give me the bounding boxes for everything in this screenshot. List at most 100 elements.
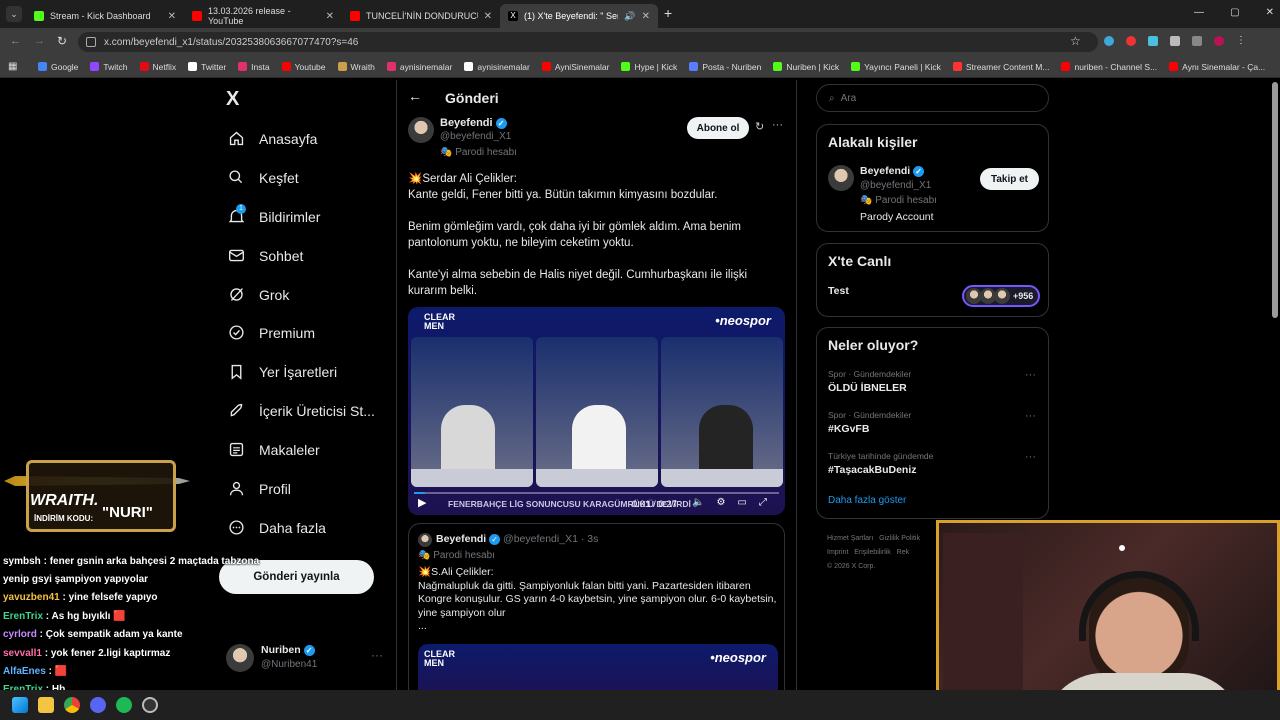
nav-item-profil[interactable]: Profil: [228, 480, 291, 497]
trend-item[interactable]: Türkiye tarihinde gündemde #TaşacakBuDen…: [817, 449, 1048, 487]
back-arrow-icon[interactable]: ←: [408, 88, 422, 104]
site-info-icon[interactable]: [86, 37, 96, 47]
tab-kick-dashboard[interactable]: Stream - Kick Dashboard ✕: [26, 4, 184, 28]
author-name[interactable]: Beyefendi: [440, 117, 493, 129]
nav-item-anasayfa[interactable]: Anasayfa: [228, 130, 317, 147]
bookmark-item[interactable]: Google: [38, 62, 78, 72]
fullscreen-icon[interactable]: ⤢: [759, 497, 767, 508]
bookmark-item[interactable]: aynisinemalar: [386, 62, 452, 72]
follow-button[interactable]: Takip et: [980, 168, 1039, 190]
trend-item[interactable]: Spor · Gündemdekiler ÖLDÜ İBNELER ···: [817, 367, 1048, 405]
live-item[interactable]: Test: [828, 285, 849, 297]
more-icon[interactable]: ···: [371, 648, 383, 662]
nav-item-makaleler[interactable]: Makaleler: [228, 441, 320, 458]
bookmark-star-icon[interactable]: ☆: [1070, 34, 1081, 48]
account-switcher[interactable]: Nuriben ✓ @Nuriben41 ···: [226, 642, 386, 676]
close-window-icon[interactable]: ✕: [1266, 7, 1274, 18]
more-icon[interactable]: ···: [1025, 369, 1036, 381]
author-handle[interactable]: @beyefendi_X1: [440, 131, 511, 142]
x-logo[interactable]: X: [226, 88, 239, 111]
footer-link[interactable]: Gizlilik Politik: [879, 535, 920, 542]
footer-link[interactable]: Rek: [897, 549, 909, 556]
footer-link[interactable]: Hizmet Şartları: [827, 535, 873, 542]
puzzle-icon[interactable]: [1170, 36, 1180, 46]
close-icon[interactable]: ✕: [168, 11, 176, 22]
bookmark-item[interactable]: aynisinemalar: [464, 62, 530, 72]
maximize-icon[interactable]: ▢: [1230, 7, 1239, 18]
search-input[interactable]: ⌕ Ara: [816, 84, 1049, 112]
nav-item-grok[interactable]: Grok: [228, 286, 289, 303]
related-name[interactable]: Beyefendi: [860, 165, 910, 177]
menu-icon[interactable]: ⋮: [1236, 36, 1246, 46]
subscribe-button[interactable]: Abone ol: [687, 117, 749, 139]
more-icon[interactable]: ···: [1025, 451, 1036, 463]
bookmark-item[interactable]: Youtube: [281, 62, 326, 72]
bookmark-item[interactable]: Netflix: [139, 62, 176, 72]
live-listeners[interactable]: +956: [962, 285, 1040, 307]
nav-item-premium[interactable]: Premium: [228, 324, 315, 341]
new-tab-button[interactable]: +: [664, 5, 672, 21]
quoted-video-preview[interactable]: CLEAR MEN •neospor: [418, 644, 778, 693]
bookmark-item[interactable]: nuriben - Channel S...: [1061, 62, 1157, 72]
avatar[interactable]: [828, 165, 854, 191]
grok-icon[interactable]: ↻: [755, 120, 764, 133]
chat-username: sevvall1: [3, 648, 42, 659]
footer-link[interactable]: Imprint: [827, 549, 848, 556]
close-icon[interactable]: ✕: [642, 11, 650, 22]
more-icon[interactable]: ···: [1025, 410, 1036, 422]
close-icon[interactable]: ✕: [484, 11, 492, 22]
bookmark-item[interactable]: Twitter: [188, 62, 226, 72]
minimize-icon[interactable]: —: [1194, 7, 1204, 18]
video-player[interactable]: CLEAR MEN •neospor FENERBAHÇE LİG SONUNC…: [408, 307, 785, 515]
file-explorer-icon[interactable]: [38, 697, 54, 713]
bookmark-item[interactable]: Streamer Content M...: [952, 62, 1049, 72]
bookmark-item[interactable]: Insta: [238, 62, 270, 72]
pip-icon[interactable]: ▭: [737, 497, 746, 508]
bookmark-item[interactable]: Wraith: [337, 62, 375, 72]
volume-icon[interactable]: 🔈: [692, 497, 704, 508]
nav-item-daha-fazla[interactable]: Daha fazla: [228, 519, 326, 536]
chrome-icon[interactable]: [64, 697, 80, 713]
extension-icon[interactable]: [1148, 36, 1158, 46]
nav-item-sohbet[interactable]: Sohbet: [228, 247, 303, 264]
bookmark-item[interactable]: AyniSinemalar: [541, 62, 609, 72]
bookmark-item[interactable]: Aynı Sinemalar - Ça...: [1169, 62, 1265, 72]
video-progress[interactable]: [414, 492, 779, 494]
settings-icon[interactable]: ⚙: [716, 497, 725, 508]
speaker-icon[interactable]: 🔊: [624, 11, 635, 22]
tab-search-button[interactable]: ⌄: [6, 6, 22, 22]
apps-icon[interactable]: ▦: [8, 61, 17, 72]
bookmark-item[interactable]: Nuriben | Kick: [773, 62, 839, 72]
obs-icon[interactable]: [142, 697, 158, 713]
nav-item-i-çerik-üreticisi-st-[interactable]: İçerik Üreticisi St...: [228, 402, 375, 419]
tab-youtube-release[interactable]: 13.03.2026 release - YouTube ✕: [184, 4, 342, 28]
bookmark-item[interactable]: Hype | Kick: [621, 62, 677, 72]
bookmark-item[interactable]: Twitch: [90, 62, 128, 72]
back-icon[interactable]: ←: [10, 35, 21, 47]
bookmark-item[interactable]: Posta - Nuriben: [689, 62, 761, 72]
discord-icon[interactable]: [90, 697, 106, 713]
reload-icon[interactable]: ↻: [57, 34, 67, 48]
show-more-link[interactable]: Daha fazla göster: [828, 495, 906, 506]
trend-item[interactable]: Spor · Gündemdekiler #KGvFB ···: [817, 408, 1048, 446]
spotify-icon[interactable]: [116, 697, 132, 713]
close-icon[interactable]: ✕: [326, 11, 334, 22]
tab-youtube-tunceli[interactable]: TUNCELİ'NİN DONDURUCU SO✕: [342, 4, 500, 28]
avatar[interactable]: [408, 117, 434, 143]
extension-icon[interactable]: [1104, 36, 1114, 46]
media-icon[interactable]: [1192, 36, 1202, 46]
profile-icon[interactable]: [1214, 36, 1224, 46]
nav-item-yer-i-şaretleri[interactable]: Yer İşaretleri: [228, 363, 337, 380]
play-icon[interactable]: ▶: [418, 496, 426, 509]
quoted-post[interactable]: Beyefendi ✓ @beyefendi_X1 · 3s 🎭 Parodi …: [408, 523, 785, 693]
windows-start-icon[interactable]: [12, 697, 28, 713]
more-icon[interactable]: ···: [772, 119, 783, 131]
scrollbar[interactable]: [1272, 82, 1278, 318]
bookmark-item[interactable]: Yayıncı Paneli | Kick: [851, 62, 941, 72]
forward-icon[interactable]: →: [34, 35, 45, 47]
footer-link[interactable]: Erişilebilirlik: [854, 549, 891, 556]
extension-icon[interactable]: [1126, 36, 1136, 46]
tab-x-post[interactable]: X (1) X'te Beyefendi: " Serd 🔊 ✕: [500, 4, 658, 28]
url-input[interactable]: x.com/beyefendi_x1/status/20325380636670…: [78, 32, 1098, 52]
nav-item-keşfet[interactable]: Keşfet: [228, 169, 299, 186]
